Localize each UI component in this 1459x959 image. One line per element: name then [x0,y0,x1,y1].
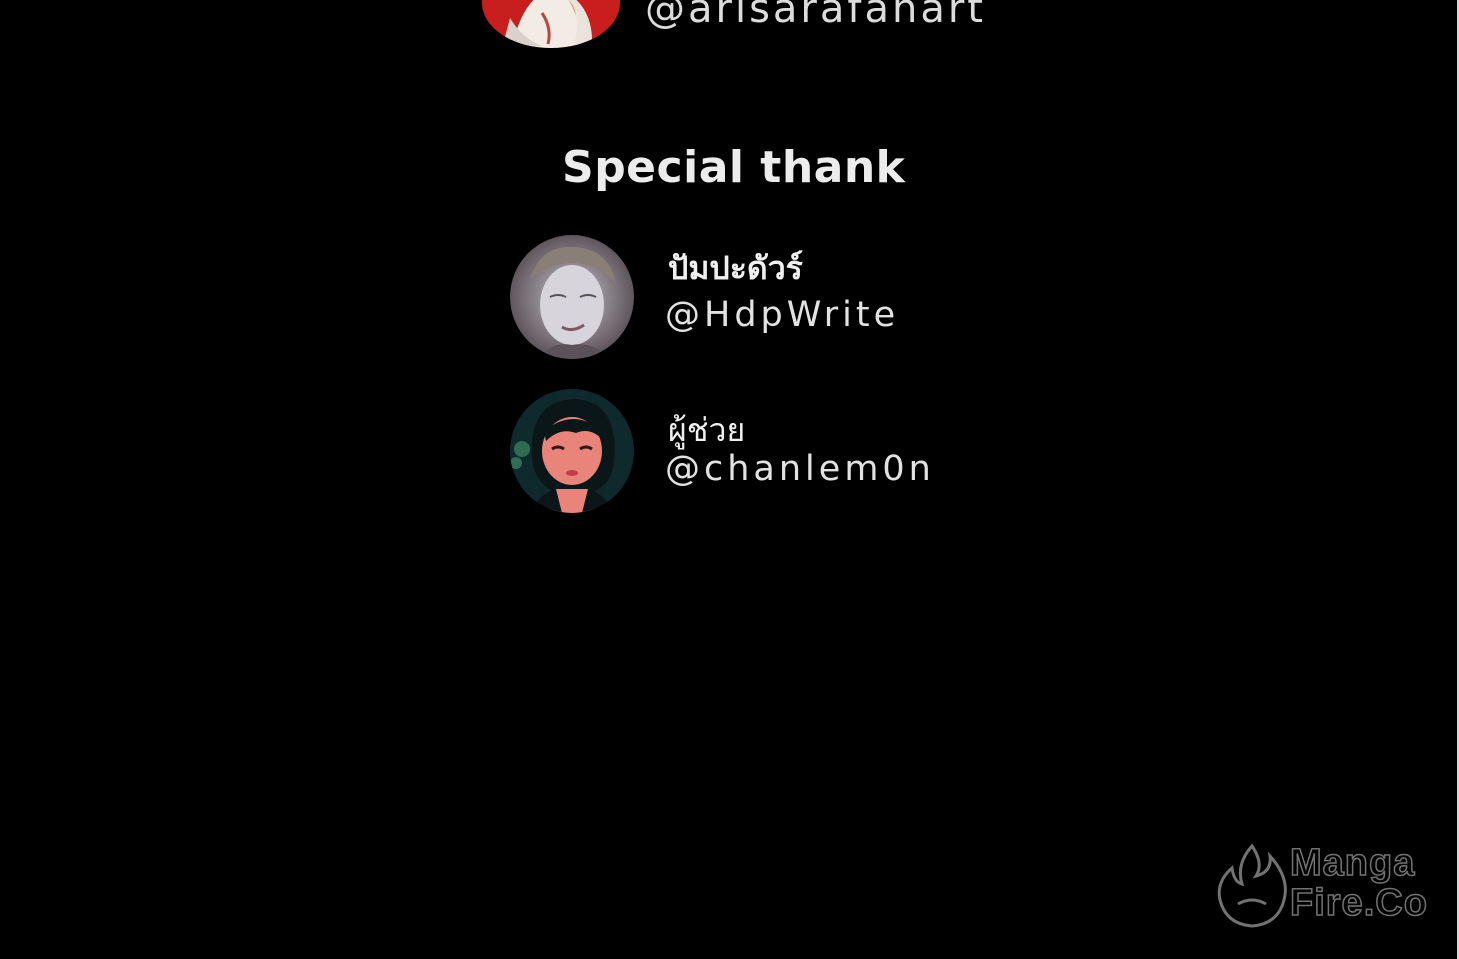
credit-name: ปัมปะดัวร์ [668,249,803,287]
avatar-arisarafanart [482,0,620,48]
watermark-line-1: Manga [1289,841,1416,885]
credit-handle: @HdpWrite [665,295,900,335]
credit-handle: @chanlem0n [665,449,935,489]
top-credit [482,0,620,48]
special-thanks-title: Special thank [562,142,906,193]
watermark: Manga Fire.Co [1212,838,1432,930]
flame-logo-icon [1217,843,1287,928]
avatar-chanlem0n [510,389,634,513]
watermark-line-2: Fire.Co [1289,881,1428,925]
top-credit-handle: @arisarafanart [645,0,986,32]
avatar-hdpwrite [510,235,634,359]
